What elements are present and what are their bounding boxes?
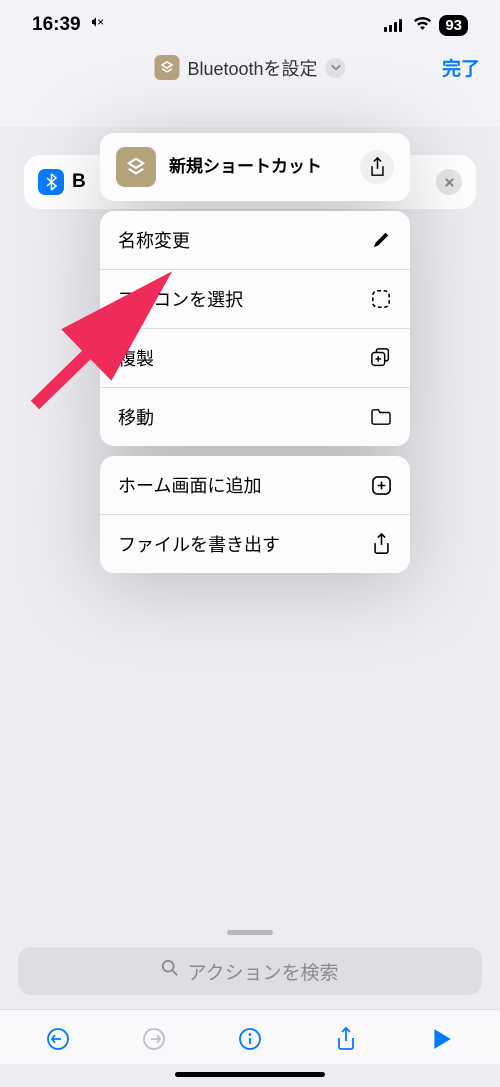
menu-choose-icon[interactable]: アイコンを選択 — [100, 269, 410, 328]
battery-icon: 93 — [439, 15, 468, 36]
status-right: 93 — [384, 14, 468, 36]
play-button[interactable] — [427, 1024, 457, 1054]
undo-button[interactable] — [43, 1024, 73, 1054]
plus-square-icon — [370, 474, 392, 496]
drag-handle[interactable] — [227, 930, 273, 935]
chevron-down-icon[interactable] — [326, 58, 346, 78]
status-bar: 16:39 93 — [0, 0, 500, 46]
dashed-square-icon — [370, 288, 392, 310]
menu-move[interactable]: 移動 — [100, 387, 410, 446]
action-card-label: B — [72, 171, 86, 193]
home-indicator[interactable] — [175, 1072, 325, 1077]
bottom-area: アクションを検索 — [0, 930, 500, 1087]
close-icon[interactable] — [436, 169, 462, 195]
redo-button — [139, 1024, 169, 1054]
toolbar — [0, 1009, 500, 1064]
menu-duplicate[interactable]: 複製 — [100, 328, 410, 387]
pencil-icon — [370, 229, 392, 251]
menu-export-file[interactable]: ファイルを書き出す — [100, 514, 410, 573]
nav-title: Bluetoothを設定 — [187, 55, 317, 81]
shortcut-icon — [116, 147, 156, 187]
bluetooth-icon — [38, 169, 64, 195]
shortcut-icon — [154, 55, 179, 80]
share-button[interactable] — [360, 150, 394, 184]
cellular-signal-icon — [384, 19, 406, 32]
info-button[interactable] — [235, 1024, 265, 1054]
export-icon — [370, 533, 392, 555]
wifi-icon — [413, 14, 432, 36]
status-time: 16:39 — [32, 14, 106, 36]
folder-icon — [370, 406, 392, 428]
share-button[interactable] — [331, 1024, 361, 1054]
done-button[interactable]: 完了 — [442, 54, 480, 81]
popup-title: 新規ショートカット — [169, 157, 360, 177]
silent-icon — [90, 14, 106, 35]
popup-header: 新規ショートカット — [100, 133, 410, 201]
search-icon — [161, 959, 179, 983]
duplicate-icon — [370, 347, 392, 369]
navigation-bar: Bluetoothを設定 完了 — [0, 46, 500, 95]
nav-title-group[interactable]: Bluetoothを設定 — [154, 55, 345, 81]
menu-add-to-home[interactable]: ホーム画面に追加 — [100, 456, 410, 514]
search-input[interactable]: アクションを検索 — [18, 947, 482, 995]
menu-rename[interactable]: 名称変更 — [100, 211, 410, 269]
context-menu: 新規ショートカット 名称変更 アイコンを選択 複製 移動 — [100, 133, 410, 583]
